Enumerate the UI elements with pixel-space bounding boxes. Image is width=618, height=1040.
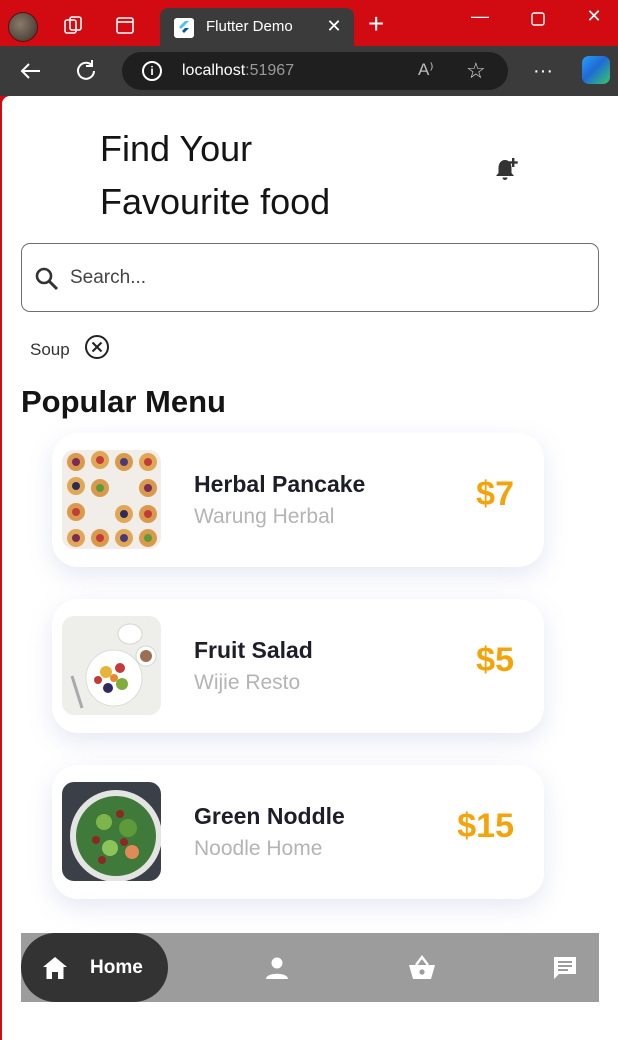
chat-icon[interactable]: [551, 954, 579, 982]
menu-card-green-noddle[interactable]: Green Noddle Noodle Home $15: [52, 765, 544, 899]
maximize-icon[interactable]: [518, 10, 558, 30]
tab-actions-icon[interactable]: [114, 14, 136, 36]
address-port: :51967: [245, 62, 295, 79]
menu-item-name: Herbal Pancake: [194, 471, 366, 497]
flutter-icon: [174, 18, 194, 38]
menu-item-restaurant: Noodle Home: [194, 837, 323, 860]
notification-add-icon[interactable]: [492, 154, 522, 184]
refresh-icon[interactable]: [71, 56, 101, 86]
menu-item-price: $5: [476, 641, 514, 679]
bottom-navigation: Home: [21, 933, 599, 1002]
menu-item-restaurant: Wijie Resto: [194, 671, 301, 694]
nav-item-home[interactable]: Home: [21, 933, 168, 1002]
green-noddle-image: [62, 782, 161, 881]
basket-icon[interactable]: [407, 954, 437, 982]
site-info-icon[interactable]: i: [142, 61, 162, 81]
menu-item-price: $15: [457, 807, 514, 845]
menu-item-price: $7: [476, 475, 514, 513]
search-icon: [35, 267, 59, 291]
person-icon[interactable]: [263, 954, 291, 982]
search-box[interactable]: [21, 243, 599, 312]
address-bar[interactable]: i localhost:51967 A⁾ ☆: [122, 52, 508, 90]
read-aloud-icon[interactable]: A⁾: [418, 60, 434, 80]
more-menu-icon[interactable]: ···: [528, 56, 558, 86]
back-icon[interactable]: [16, 56, 46, 86]
menu-card-herbal-pancake[interactable]: Herbal Pancake Warung Herbal $7: [52, 433, 544, 567]
browser-title-bar: Flutter Demo ✕ + — ✕: [0, 0, 618, 46]
app-content: Find Your Favourite food Soup Popular Me…: [2, 96, 618, 1040]
tab-title: Flutter Demo: [206, 18, 293, 35]
profile-avatar[interactable]: [8, 12, 38, 42]
home-icon: [43, 957, 67, 979]
search-input[interactable]: [70, 260, 570, 296]
nav-home-label: Home: [90, 957, 143, 978]
page-title: Find Your Favourite food: [100, 122, 330, 228]
minimize-icon[interactable]: —: [460, 6, 500, 27]
tab-close-icon[interactable]: ✕: [324, 16, 344, 37]
favorite-star-icon[interactable]: ☆: [466, 58, 486, 84]
tab-flutter-demo[interactable]: Flutter Demo ✕: [160, 8, 354, 46]
menu-item-restaurant: Warung Herbal: [194, 505, 335, 528]
page-title-line2: Favourite food: [100, 181, 331, 222]
remove-filter-icon[interactable]: [84, 334, 110, 360]
address-text[interactable]: localhost:51967: [182, 62, 294, 80]
menu-card-fruit-salad[interactable]: Fruit Salad Wijie Resto $5: [52, 599, 544, 733]
filter-chip-label: Soup: [30, 340, 70, 359]
close-window-icon[interactable]: ✕: [574, 6, 614, 27]
browser-toolbar: i localhost:51967 A⁾ ☆ ···: [0, 46, 618, 96]
new-tab-button[interactable]: +: [368, 10, 384, 38]
copilot-icon[interactable]: [582, 56, 610, 84]
menu-item-name: Green Noddle: [194, 803, 345, 829]
page-title-line1: Find Your: [100, 128, 253, 169]
fruit-salad-image: [62, 616, 161, 715]
menu-item-name: Fruit Salad: [194, 637, 313, 663]
workspaces-icon[interactable]: [62, 14, 84, 36]
section-title: Popular Menu: [21, 384, 226, 419]
herbal-pancake-image: [62, 450, 161, 549]
address-host: localhost: [182, 62, 246, 79]
